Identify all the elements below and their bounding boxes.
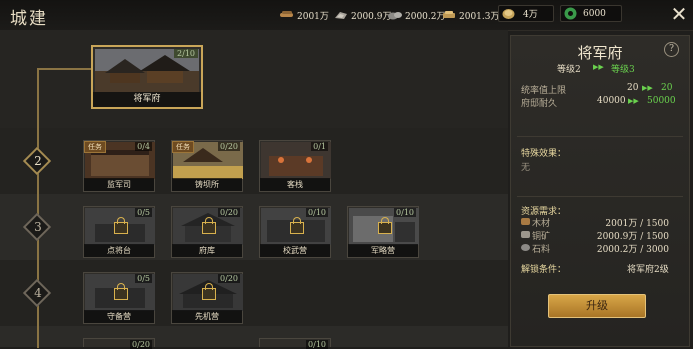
- requirement-row: 石料 2000.2万 / 3000: [521, 242, 681, 255]
- requirement-row: 木材 2001万 / 1500: [521, 216, 681, 229]
- building-card-tier5-1[interactable]: 0/20: [83, 338, 155, 349]
- building-card-kezhan[interactable]: 0/1 客栈: [259, 140, 331, 192]
- coin-icon: [502, 7, 515, 20]
- resource-copper: 2000.9万: [334, 7, 392, 23]
- building-card-shoubeiying[interactable]: 0/5 守备营: [83, 272, 155, 324]
- unlock-value: 将军府2级: [627, 265, 669, 275]
- building-card-dianjiangtai[interactable]: 0/5 点将台: [83, 206, 155, 258]
- panel-title: 将军府: [577, 44, 623, 62]
- building-count: 0/5: [135, 208, 152, 217]
- building-card-jianjunsi[interactable]: 任务 0/4 监军司: [83, 140, 155, 192]
- level-from: 等级2: [557, 65, 581, 75]
- stone-icon: [521, 244, 530, 251]
- coin-box[interactable]: 4万: [498, 5, 554, 22]
- jade-icon: [564, 7, 577, 20]
- lock-icon: [114, 217, 128, 234]
- level-to: 等级3: [611, 65, 635, 75]
- lock-icon: [202, 283, 216, 300]
- building-name: 守备营: [84, 310, 154, 323]
- building-name: 将军府: [93, 92, 201, 107]
- building-name: 点将台: [84, 244, 154, 257]
- building-count: 0/4: [135, 142, 152, 151]
- building-name: 先机营: [172, 310, 242, 323]
- building-count: 0/1: [311, 142, 328, 151]
- building-count: 0/20: [218, 142, 240, 151]
- tier-band-2: [0, 128, 508, 194]
- divider: [517, 196, 683, 197]
- tier-band-3: [0, 194, 508, 260]
- building-card-xianjiying[interactable]: 0/20 先机营: [171, 272, 243, 324]
- building-tree: 2 3 4: [0, 30, 508, 348]
- stat-row: 府邸耐久 40000 ▶▶ 50000: [521, 96, 676, 109]
- building-name: 府库: [172, 244, 242, 257]
- requirement-row: 铜矿 2000.9万 / 1500: [521, 229, 681, 242]
- resource-wood: 2001万: [280, 7, 329, 23]
- building-count: 0/10: [306, 208, 328, 217]
- tree-connector-branch: [37, 68, 93, 70]
- task-badge: 任务: [84, 141, 106, 153]
- building-card-junlveying[interactable]: 0/10 军略营: [347, 206, 419, 258]
- tier-2-number: 2: [34, 154, 42, 168]
- stat-row: 统率值上限 20 ▶▶ 20: [521, 83, 673, 96]
- building-card-zhubasuo[interactable]: 任务 0/20 铸坝所: [171, 140, 243, 192]
- resource-iron: 2001.3万: [442, 7, 500, 23]
- lock-icon: [290, 217, 304, 234]
- building-card-fuku[interactable]: 0/20 府库: [171, 206, 243, 258]
- wood-icon: [521, 218, 530, 225]
- tier-band-4: [0, 260, 508, 326]
- arrow-icon: ▶▶: [642, 84, 653, 92]
- lock-icon: [378, 217, 392, 234]
- page-title: 城建: [10, 9, 48, 29]
- resource-stone: 2000.2万: [388, 7, 446, 23]
- close-icon[interactable]: ✕: [668, 3, 690, 25]
- tier-3-number: 3: [34, 220, 42, 234]
- building-count: 2/10: [174, 49, 198, 58]
- building-card-main[interactable]: 2/10 将军府: [91, 45, 203, 109]
- building-name: 军略营: [348, 244, 418, 257]
- building-count: 0/20: [130, 340, 152, 349]
- special-effect-label: 特殊效果：: [521, 149, 567, 159]
- building-count: 0/5: [135, 274, 152, 283]
- tier-band-5: [0, 326, 508, 347]
- detail-panel: 将军府 ? 等级2 ▶▶ 等级3 统率值上限 20 ▶▶ 20 府邸耐久 400…: [510, 35, 690, 347]
- stone-icon: [388, 10, 402, 20]
- building-name: 铸坝所: [172, 178, 242, 191]
- divider: [517, 136, 683, 137]
- lock-icon: [114, 283, 128, 300]
- upgrade-button[interactable]: 升级: [548, 294, 646, 318]
- top-bar: 城建 2001万 2000.9万 2000.2万 2001.3万 4万 6000…: [0, 0, 693, 31]
- arrow-icon: ▶▶: [593, 63, 604, 71]
- unlock-label: 解锁条件：: [521, 265, 567, 275]
- jade-box[interactable]: 6000: [560, 5, 622, 22]
- lock-icon: [202, 217, 216, 234]
- help-icon[interactable]: ?: [664, 42, 679, 57]
- tier-4-number: 4: [34, 286, 42, 300]
- building-card-tier5-2[interactable]: 0/10: [259, 338, 331, 349]
- copper-icon: [334, 10, 348, 20]
- building-name: 校武营: [260, 244, 330, 257]
- special-effect-value: 无: [521, 163, 531, 173]
- iron-icon: [442, 10, 456, 20]
- building-count: 0/10: [394, 208, 416, 217]
- wood-icon: [280, 10, 294, 20]
- building-count: 0/10: [306, 340, 328, 349]
- copper-icon: [521, 231, 530, 238]
- building-count: 0/20: [218, 208, 240, 217]
- building-count: 0/20: [218, 274, 240, 283]
- building-name: 监军司: [84, 178, 154, 191]
- building-name: 客栈: [260, 178, 330, 191]
- task-badge: 任务: [172, 141, 194, 153]
- arrow-icon: ▶▶: [628, 97, 639, 105]
- building-card-xiaowuying[interactable]: 0/10 校武营: [259, 206, 331, 258]
